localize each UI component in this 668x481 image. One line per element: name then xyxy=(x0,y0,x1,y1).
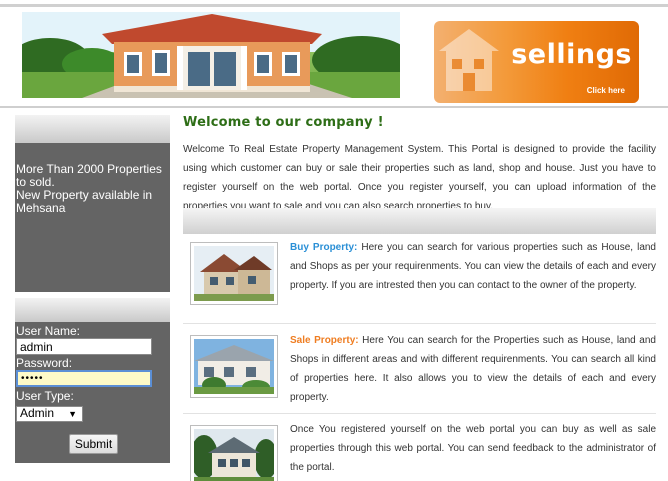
chevron-down-icon: ▼ xyxy=(68,409,77,419)
register-property-image xyxy=(190,425,278,481)
username-input[interactable] xyxy=(16,338,152,355)
header-divider xyxy=(0,106,668,108)
sale-property-text: Sale Property: Here You can search for t… xyxy=(290,331,656,407)
info-line-1: More Than 2000 Properties to sold. xyxy=(16,162,162,189)
feature-separator xyxy=(183,323,656,324)
banner-click-link[interactable]: Click here xyxy=(587,86,625,95)
top-divider xyxy=(0,4,668,7)
usertype-select[interactable]: Admin ▼ xyxy=(16,406,83,422)
banner-title: sellings xyxy=(511,39,632,70)
sidebar-header-bar xyxy=(15,115,170,143)
sellings-banner[interactable]: sellings Click here xyxy=(434,21,639,103)
password-input[interactable] xyxy=(16,370,152,387)
section-bar xyxy=(183,208,656,234)
password-label: Password: xyxy=(16,356,73,370)
login-panel: User Name: Password: User Type: Admin ▼ … xyxy=(15,322,170,463)
buy-property-title: Buy Property: xyxy=(290,242,358,253)
username-label: User Name: xyxy=(16,324,81,338)
register-text: Once You registered yourself on the web … xyxy=(290,424,656,473)
submit-button[interactable]: Submit xyxy=(69,434,118,454)
sale-property-title: Sale Property: xyxy=(290,335,359,346)
intro-paragraph: Welcome To Real Estate Property Manageme… xyxy=(183,144,656,212)
feature-separator xyxy=(183,413,656,414)
usertype-selected-value: Admin xyxy=(20,406,55,420)
usertype-label: User Type: xyxy=(16,389,74,403)
header-house-image xyxy=(22,12,400,98)
buy-property-text: Buy Property: Here you can search for va… xyxy=(290,238,656,295)
login-header-bar xyxy=(15,298,170,322)
welcome-heading: Welcome to our company ! xyxy=(183,115,384,130)
sale-property-image xyxy=(190,335,278,398)
sidebar-info-box: More Than 2000 Properties to sold. New P… xyxy=(15,143,170,292)
buy-property-image xyxy=(190,242,278,305)
info-line-2: New Property available in Mehsana xyxy=(16,188,153,215)
